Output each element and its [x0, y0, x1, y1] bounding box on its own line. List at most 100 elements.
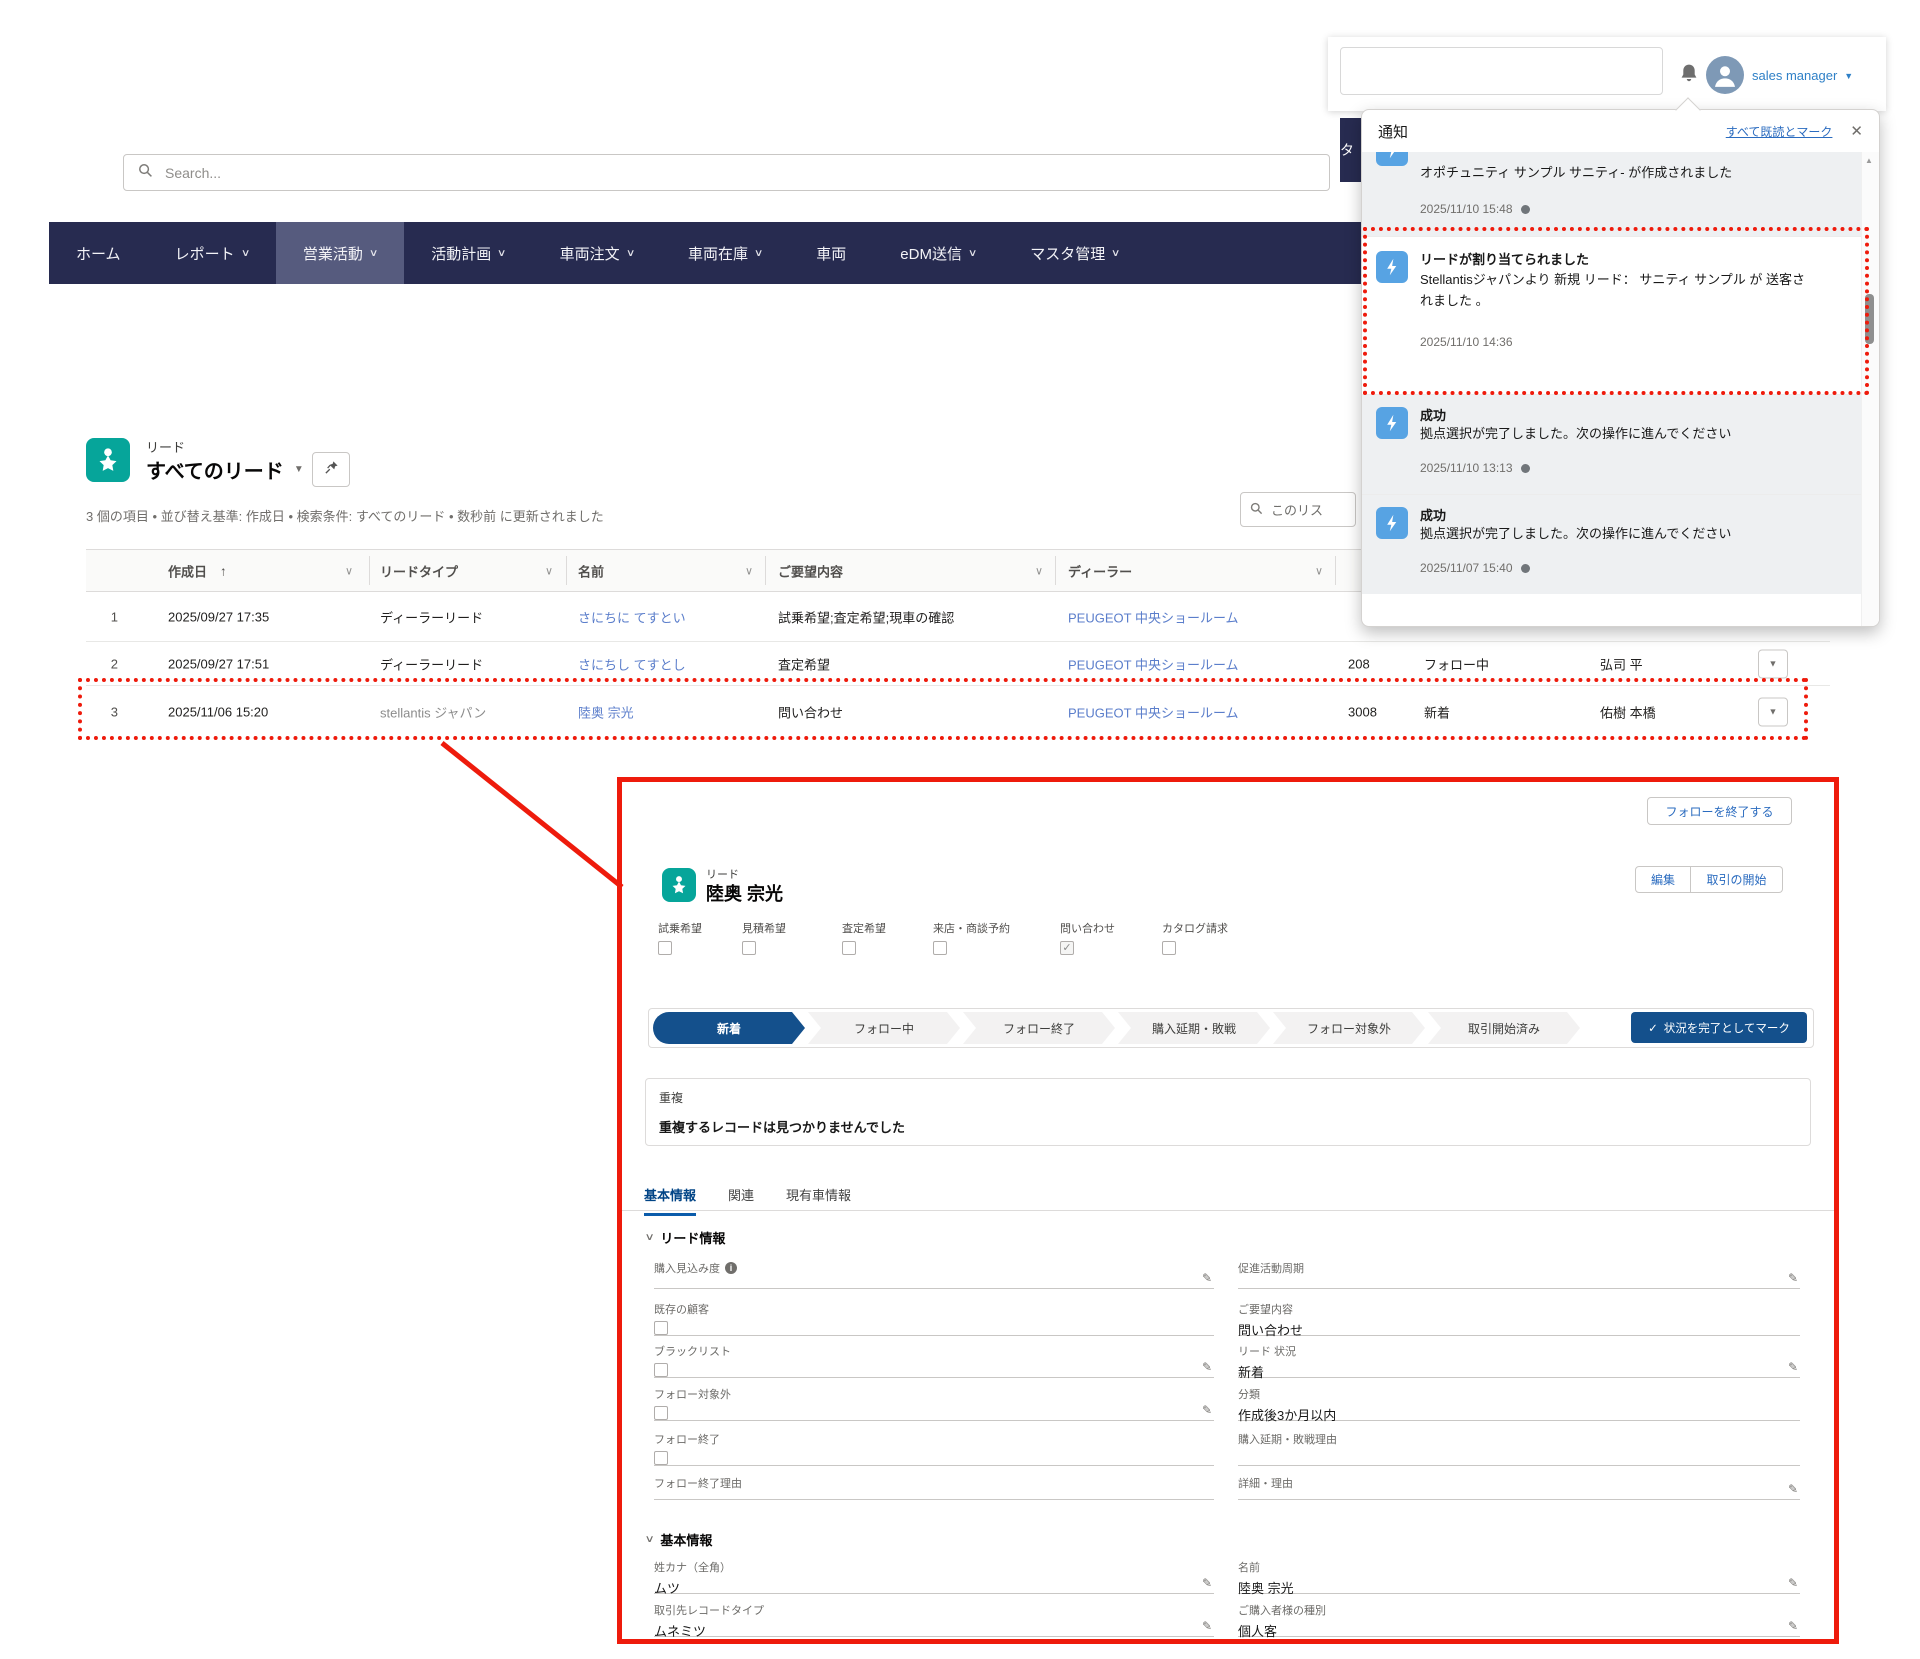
- mark-all-read-link[interactable]: すべて既読とマーク: [1726, 123, 1833, 140]
- path-stage-following[interactable]: フォロー中: [808, 1012, 960, 1044]
- edit-pencil-icon[interactable]: ✎: [1202, 1576, 1212, 1590]
- checkbox[interactable]: [933, 941, 947, 955]
- column-header-leadtype[interactable]: リードタイプ: [380, 561, 458, 580]
- nav-item-edm[interactable]: eDM送信∨: [873, 222, 1003, 284]
- scroll-up-icon[interactable]: ▲: [1865, 156, 1873, 165]
- user-menu[interactable]: sales manager ▼: [1752, 68, 1853, 83]
- path-stage-follow-end[interactable]: フォロー終了: [963, 1012, 1115, 1044]
- checkbox[interactable]: [654, 1321, 668, 1335]
- table-row[interactable]: 2 2025/09/27 17:51 ディーラーリード さにちし てすとし 査定…: [86, 642, 1830, 686]
- section-basic-info[interactable]: ∨ 基本情報: [646, 1530, 712, 1549]
- edit-pencil-icon[interactable]: ✎: [1788, 1619, 1798, 1633]
- info-icon[interactable]: i: [725, 1262, 737, 1274]
- column-header-dealer[interactable]: ディーラー: [1068, 561, 1132, 580]
- header-search-input[interactable]: [1340, 47, 1663, 95]
- global-search-input[interactable]: [163, 164, 1067, 182]
- cell-dealer-link[interactable]: PEUGEOT 中央ショールーム: [1068, 654, 1239, 673]
- nav-item-sales-activity[interactable]: 営業活動∨: [276, 222, 404, 284]
- start-deal-button[interactable]: 取引の開始: [1691, 866, 1783, 893]
- chevron-down-icon[interactable]: ∨: [345, 564, 353, 577]
- row-actions-button[interactable]: ▼: [1758, 649, 1788, 678]
- field-name[interactable]: 名前 陸奥 宗光 ✎: [1238, 1559, 1800, 1594]
- section-lead-info[interactable]: ∨ リード情報: [646, 1228, 725, 1247]
- checkbox[interactable]: [742, 941, 756, 955]
- field-follow-ended[interactable]: フォロー終了: [654, 1431, 1214, 1466]
- path-stage-deal-started[interactable]: 取引開始済み: [1428, 1012, 1580, 1044]
- path-stage-new[interactable]: 新着: [653, 1012, 805, 1044]
- field-promotion-cycle[interactable]: 促進活動周期 ✎: [1238, 1260, 1800, 1289]
- notification-item-highlighted[interactable]: リードが割り当てられました Stellantisジャパンより 新規 リード： サ…: [1362, 236, 1862, 394]
- global-search[interactable]: [123, 154, 1330, 191]
- notification-item[interactable]: オポチュニティ サンプル サニティ- が作成されました 2025/11/10 1…: [1362, 152, 1862, 236]
- list-view-title[interactable]: すべてのリード ▼: [146, 455, 304, 484]
- nav-item-vehicle[interactable]: 車両: [789, 222, 873, 284]
- notification-item[interactable]: 成功 拠点選択が完了しました。次の操作に進んでください 2025/11/07 1…: [1362, 494, 1862, 594]
- cell-dealer-link[interactable]: PEUGEOT 中央ショールーム: [1068, 702, 1239, 721]
- edit-pencil-icon[interactable]: ✎: [1788, 1482, 1798, 1496]
- chevron-down-icon[interactable]: ▼: [294, 464, 304, 475]
- column-divider[interactable]: [369, 556, 370, 585]
- chevron-down-icon[interactable]: ∨: [745, 564, 753, 577]
- end-follow-button[interactable]: フォローを終了する: [1647, 797, 1792, 825]
- field-follow-excluded[interactable]: フォロー対象外 ✎: [654, 1386, 1214, 1421]
- column-divider[interactable]: [566, 556, 567, 585]
- edit-pencil-icon[interactable]: ✎: [1202, 1271, 1212, 1285]
- notification-bell-icon[interactable]: [1677, 61, 1701, 92]
- column-header-request[interactable]: ご要望内容: [778, 561, 843, 580]
- edit-pencil-icon[interactable]: ✎: [1788, 1271, 1798, 1285]
- field-detail-reason[interactable]: 詳細・理由 ✎: [1238, 1475, 1800, 1500]
- edit-pencil-icon[interactable]: ✎: [1202, 1619, 1212, 1633]
- cell-dealer-link[interactable]: PEUGEOT 中央ショールーム: [1068, 607, 1239, 626]
- tab-basic-info[interactable]: 基本情報: [644, 1185, 696, 1216]
- edit-pencil-icon[interactable]: ✎: [1202, 1360, 1212, 1374]
- field-postpone-reason[interactable]: 購入延期・敗戦理由: [1238, 1431, 1800, 1466]
- cell-name-link[interactable]: 陸奥 宗光: [578, 702, 634, 721]
- checkbox[interactable]: [658, 941, 672, 955]
- chevron-down-icon[interactable]: ∨: [1315, 564, 1323, 577]
- mark-complete-button[interactable]: ✓ 状況を完了としてマーク: [1631, 1012, 1807, 1043]
- field-account-record-type[interactable]: 取引先レコードタイプ ムネミツ ✎: [654, 1602, 1214, 1637]
- field-follow-end-reason[interactable]: フォロー終了理由: [654, 1475, 1214, 1500]
- nav-item-activity-plan[interactable]: 活動計画∨: [404, 222, 532, 284]
- column-divider[interactable]: [1335, 556, 1336, 585]
- field-blacklist[interactable]: ブラックリスト ✎: [654, 1343, 1214, 1378]
- nav-item-master[interactable]: マスタ管理∨: [1003, 222, 1146, 284]
- tab-current-vehicle[interactable]: 現有車情報: [786, 1185, 851, 1216]
- table-row[interactable]: 3 2025/11/06 15:20 stellantis ジャパン 陸奥 宗光…: [86, 686, 1830, 737]
- list-search-box[interactable]: このリス: [1240, 492, 1356, 527]
- edit-pencil-icon[interactable]: ✎: [1788, 1360, 1798, 1374]
- edit-pencil-icon[interactable]: ✎: [1202, 1403, 1212, 1417]
- avatar[interactable]: [1706, 56, 1744, 94]
- field-purchase-likelihood[interactable]: 購入見込み度i ✎: [654, 1260, 1214, 1289]
- field-buyer-type[interactable]: ご購入者様の種別 個人客 ✎: [1238, 1602, 1800, 1637]
- field-lead-status[interactable]: リード 状況 新着 ✎: [1238, 1343, 1800, 1378]
- tab-related[interactable]: 関連: [728, 1185, 754, 1216]
- cell-name-link[interactable]: さにちし てすとし: [578, 654, 686, 673]
- checkbox-checked[interactable]: ✓: [1060, 941, 1074, 955]
- column-header-created[interactable]: 作成日: [168, 561, 207, 580]
- field-existing-customer[interactable]: 既存の顧客: [654, 1301, 1214, 1336]
- path-stage-excluded[interactable]: フォロー対象外: [1273, 1012, 1425, 1044]
- checkbox[interactable]: [654, 1363, 668, 1377]
- panel-scrollbar[interactable]: ▲: [1861, 152, 1879, 626]
- checkbox[interactable]: [654, 1451, 668, 1465]
- column-header-name[interactable]: 名前: [578, 561, 604, 580]
- field-last-name-kana[interactable]: 姓カナ（全角） ムツ ✎: [654, 1559, 1214, 1594]
- notification-item[interactable]: 成功 拠点選択が完了しました。次の操作に進んでください 2025/11/10 1…: [1362, 394, 1862, 494]
- scrollbar-thumb[interactable]: [1865, 294, 1874, 344]
- cell-name-link[interactable]: さにちに てすとい: [578, 607, 686, 626]
- column-divider[interactable]: [1055, 556, 1056, 585]
- checkbox[interactable]: [1162, 941, 1176, 955]
- checkbox[interactable]: [654, 1406, 668, 1420]
- edit-button[interactable]: 編集: [1635, 866, 1691, 893]
- checkbox[interactable]: [842, 941, 856, 955]
- chevron-down-icon[interactable]: ∨: [545, 564, 553, 577]
- nav-item-vehicle-stock[interactable]: 車両在庫∨: [661, 222, 789, 284]
- field-classification[interactable]: 分類 作成後3か月以内: [1238, 1386, 1800, 1421]
- nav-item-reports[interactable]: レポート∨: [148, 222, 276, 284]
- chevron-down-icon[interactable]: ∨: [1035, 564, 1043, 577]
- column-divider[interactable]: [765, 556, 766, 585]
- nav-item-home[interactable]: ホーム: [49, 222, 148, 284]
- edit-pencil-icon[interactable]: ✎: [1788, 1576, 1798, 1590]
- pin-button[interactable]: [312, 452, 350, 487]
